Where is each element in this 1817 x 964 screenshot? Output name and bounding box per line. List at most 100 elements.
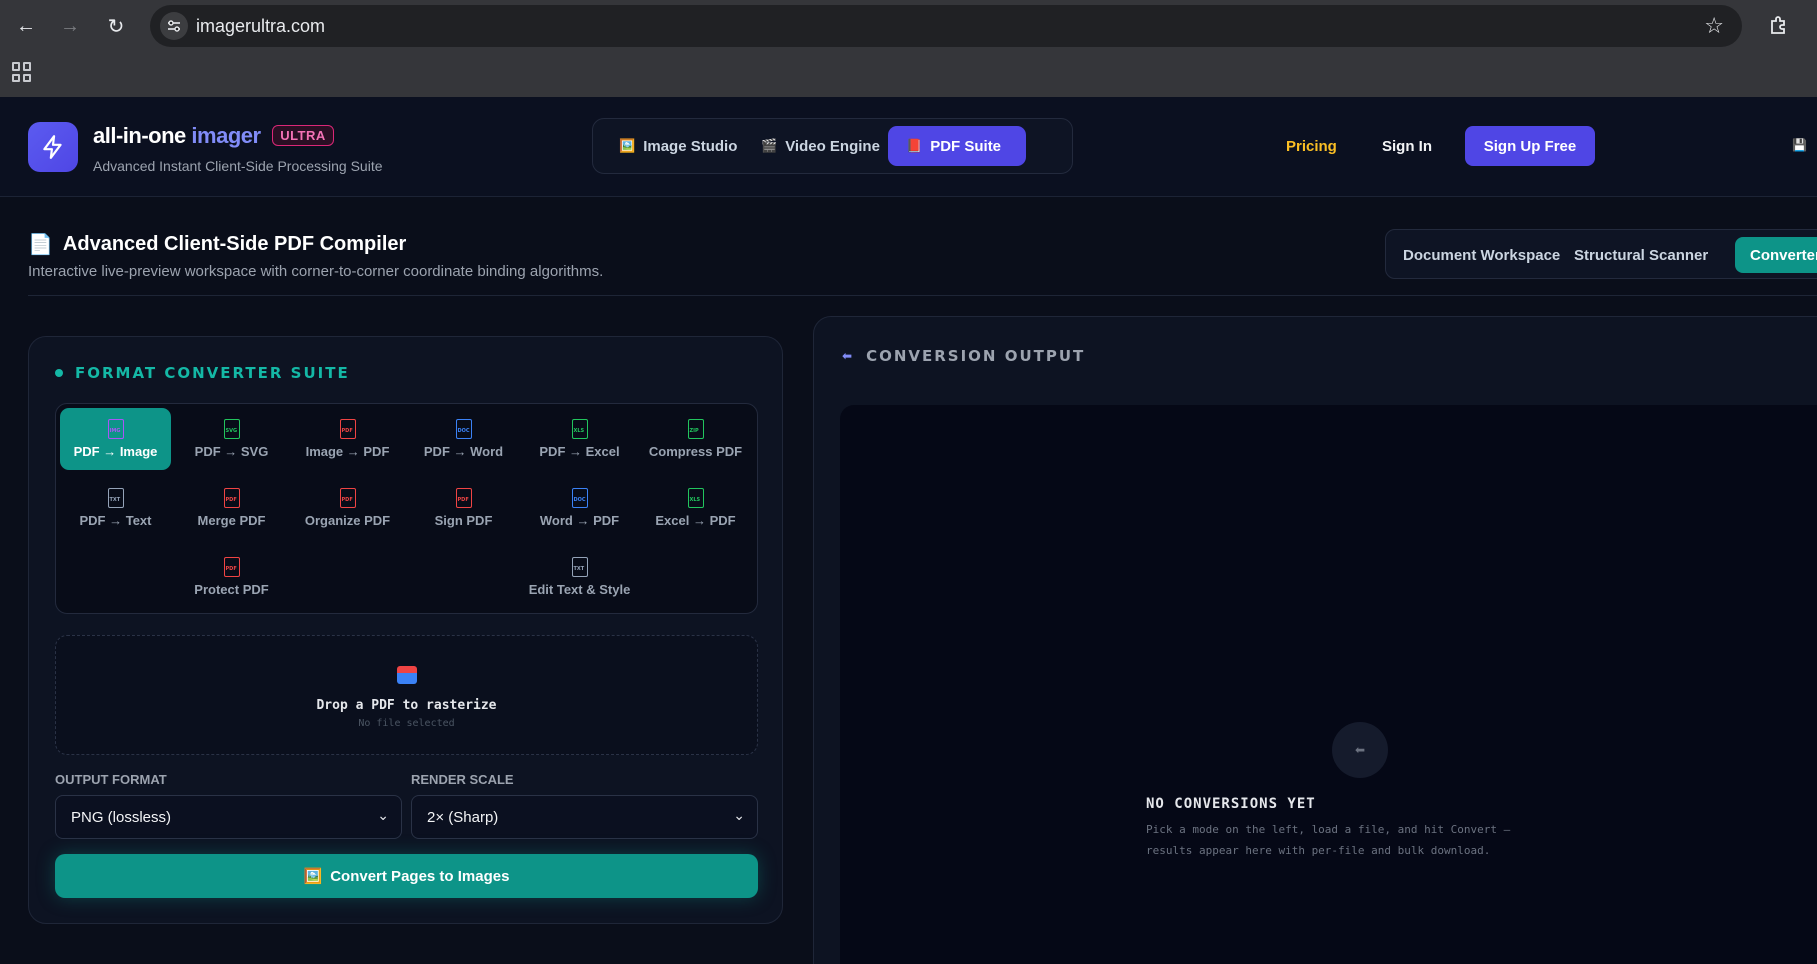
tool-merge-pdf[interactable]: Merge PDF — [176, 477, 287, 539]
tool-label: PDF → Text — [79, 513, 152, 528]
chevron-down-icon: ⌄ — [377, 807, 389, 823]
output-heading: ⬅ CONVERSION OUTPUT — [842, 347, 1085, 365]
tool-label: Sign PDF — [434, 513, 493, 528]
tool-pdf-to-excel[interactable]: PDF → Excel — [524, 408, 635, 470]
tool-compress-pdf[interactable]: Compress PDF — [640, 408, 751, 470]
dropzone-title: Drop a PDF to rasterize — [316, 698, 497, 713]
brand-part1: all-in-one — [93, 123, 186, 148]
pdf-icon: 📕 — [906, 138, 923, 153]
file-pdf-icon — [339, 488, 356, 508]
tab-video-engine[interactable]: 🎬 Video Engine — [749, 126, 892, 166]
output-panel: ⬅ CONVERSION OUTPUT ⬅ NO CONVERSIONS YET… — [813, 316, 1817, 964]
tool-pdf-to-svg[interactable]: PDF → SVG — [176, 408, 287, 470]
file-txt-icon — [571, 557, 588, 577]
tab-converter[interactable]: Converter — [1735, 237, 1817, 273]
bookmark-star-icon[interactable]: ☆ — [1704, 13, 1724, 39]
end-arrow-icon: ⬅ — [842, 349, 855, 363]
brand-name[interactable]: all-in-one imager ULTRA — [93, 123, 334, 149]
render-scale-select[interactable]: 2× (Sharp) ⌄ — [411, 795, 758, 839]
tool-label: PDF → Word — [423, 444, 504, 459]
converter-panel: FORMAT CONVERTER SUITE PDF → Image PDF →… — [28, 336, 783, 924]
page-title-text: Advanced Client-Side PDF Compiler — [62, 233, 407, 255]
tool-sign-pdf[interactable]: Sign PDF — [408, 477, 519, 539]
file-xls-icon — [571, 419, 588, 439]
forward-icon[interactable]: → — [56, 12, 84, 40]
pdf-dropzone[interactable]: Drop a PDF to rasterize No file selected — [55, 635, 758, 755]
tool-label: Edit Text & Style — [528, 582, 631, 597]
image-icon: 🖼️ — [619, 138, 636, 153]
tagline: Advanced Instant Client-Side Processing … — [93, 158, 383, 174]
end-arrow-icon: ⬅ — [1332, 722, 1388, 778]
file-doc-icon — [571, 488, 588, 508]
tool-label: Compress PDF — [648, 444, 743, 459]
save-icon[interactable]: 💾 — [1792, 138, 1807, 152]
extensions-icon[interactable] — [1767, 13, 1791, 37]
tool-pdf-to-word[interactable]: PDF → Word — [408, 408, 519, 470]
tool-pdf-to-text[interactable]: PDF → Text — [60, 477, 171, 539]
tab-structural-scanner[interactable]: Structural Scanner — [1559, 237, 1723, 273]
status-dot-icon — [55, 369, 63, 377]
picture-icon: 🖼️ — [303, 868, 323, 885]
render-scale-label: RENDER SCALE — [411, 772, 514, 787]
clapper-icon: 🎬 — [761, 138, 778, 153]
inbox-tray-icon — [397, 666, 417, 684]
tool-label: PDF → SVG — [194, 444, 269, 459]
apps-grid-icon[interactable] — [12, 62, 32, 82]
pricing-link[interactable]: Pricing — [1286, 138, 1337, 155]
tool-label: Merge PDF — [197, 513, 266, 528]
dropzone-status: No file selected — [358, 718, 455, 729]
sign-in-link[interactable]: Sign In — [1382, 138, 1432, 155]
file-zip-icon — [687, 419, 704, 439]
site-info-icon[interactable] — [160, 12, 188, 40]
back-icon[interactable]: ← — [12, 12, 40, 40]
document-icon: 📄 — [28, 234, 53, 256]
mode-tabs: Document Workspace Structural Scanner Co… — [1385, 229, 1817, 279]
tool-label: PDF → Excel — [539, 444, 620, 459]
tab-label: Video Engine — [785, 137, 880, 155]
tool-excel-to-pdf[interactable]: Excel → PDF — [640, 477, 751, 539]
lightning-logo-icon[interactable] — [28, 122, 78, 172]
output-format-label: OUTPUT FORMAT — [55, 772, 167, 787]
tool-label: Excel → PDF — [655, 513, 736, 528]
tool-grid: PDF → Image PDF → SVG Image → PDF PDF → … — [55, 403, 758, 614]
tab-document-workspace[interactable]: Document Workspace — [1388, 237, 1575, 273]
tool-label: Organize PDF — [304, 513, 391, 528]
tool-label: Word → PDF — [539, 513, 620, 528]
reload-icon[interactable]: ↻ — [102, 12, 130, 40]
tab-image-studio[interactable]: 🖼️ Image Studio — [607, 126, 749, 166]
divider — [28, 295, 1817, 296]
tool-pdf-to-image[interactable]: PDF → Image — [60, 408, 171, 470]
converter-heading: FORMAT CONVERTER SUITE — [55, 364, 350, 382]
tool-protect-pdf[interactable]: Protect PDF — [176, 546, 287, 608]
suite-tabs: 🖼️ Image Studio 🎬 Video Engine 📕 PDF Sui… — [592, 118, 1073, 174]
address-bar[interactable]: imagerultra.com ☆ — [150, 5, 1742, 47]
tool-word-to-pdf[interactable]: Word → PDF — [524, 477, 635, 539]
file-txt-icon — [107, 488, 124, 508]
output-heading-text: CONVERSION OUTPUT — [866, 347, 1086, 365]
render-scale-value: 2× (Sharp) — [427, 808, 499, 826]
converter-heading-text: FORMAT CONVERTER SUITE — [75, 364, 350, 382]
tool-image-to-pdf[interactable]: Image → PDF — [292, 408, 403, 470]
tool-label: Protect PDF — [194, 582, 269, 597]
tool-organize-pdf[interactable]: Organize PDF — [292, 477, 403, 539]
file-svg-icon — [223, 419, 240, 439]
empty-state-description: Pick a mode on the left, load a file, an… — [1146, 823, 1511, 857]
output-format-select[interactable]: PNG (lossless) ⌄ — [55, 795, 402, 839]
output-format-value: PNG (lossless) — [71, 808, 172, 826]
file-pdf-icon — [223, 488, 240, 508]
file-pdf-icon — [455, 488, 472, 508]
convert-button[interactable]: 🖼️ Convert Pages to Images — [55, 854, 758, 898]
convert-button-label: Convert Pages to Images — [330, 867, 510, 885]
sign-up-button[interactable]: Sign Up Free — [1465, 126, 1595, 166]
file-pdf-icon — [339, 419, 356, 439]
file-image-icon — [107, 419, 124, 439]
tool-edit-text-style[interactable]: Edit Text & Style — [524, 546, 635, 608]
url-text[interactable]: imagerultra.com — [196, 16, 325, 37]
page-subtitle: Interactive live-preview workspace with … — [28, 263, 604, 280]
site-header: all-in-one imager ULTRA Advanced Instant… — [0, 97, 1817, 197]
file-pdf-icon — [223, 557, 240, 577]
tab-label: PDF Suite — [930, 137, 1002, 155]
tool-label: Image → PDF — [305, 444, 390, 459]
page-title: 📄 Advanced Client-Side PDF Compiler — [28, 232, 406, 257]
tab-pdf-suite[interactable]: 📕 PDF Suite — [888, 126, 1026, 166]
